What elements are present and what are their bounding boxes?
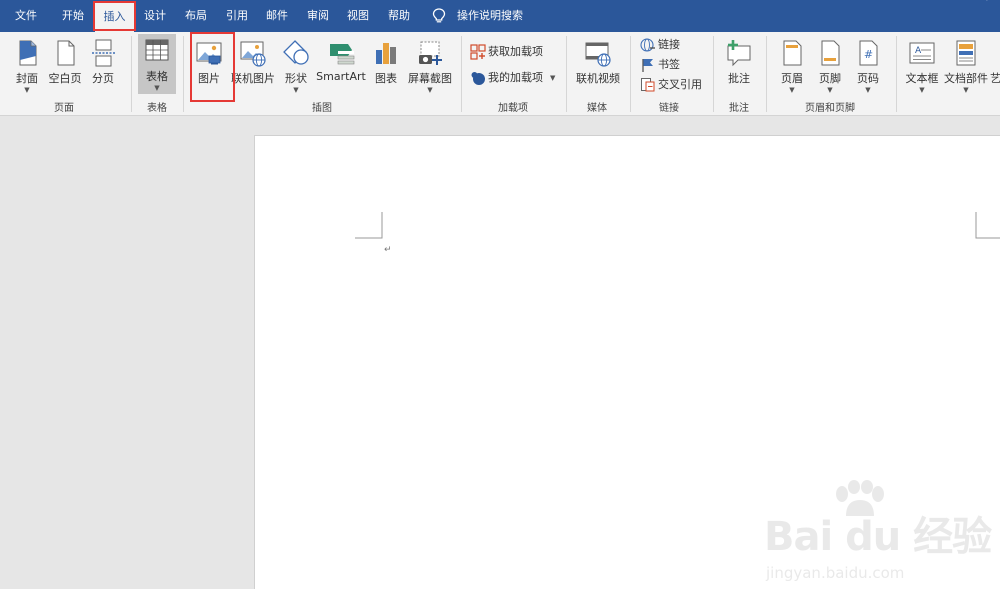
tab-insert[interactable]: 插入 [95,3,134,32]
crop-mark-left [355,212,383,239]
group-label-media: 媒体 [587,103,607,114]
page-break-button[interactable]: 分页 [86,36,120,96]
tab-references[interactable]: 引用 [217,0,257,32]
online-video-icon [585,42,611,67]
tab-mailings[interactable]: 邮件 [257,0,297,32]
tell-me-search[interactable]: 操作说明搜索 [457,0,523,32]
watermark-brand: Bai du 经验 [764,514,992,560]
svg-text:A: A [915,46,922,56]
baidu-jingyan-watermark: Bai du 经验 jingyan.baidu.com [760,476,1000,586]
tab-layout[interactable]: 布局 [176,0,216,32]
wordart-button[interactable]: 艺 [990,36,1000,96]
chevron-down-icon: ▼ [827,86,833,94]
chevron-down-icon: ▼ [963,86,969,94]
group-label-header-footer: 页眉和页脚 [805,103,855,114]
comment-icon [727,40,751,67]
tab-file[interactable]: 文件 [6,0,46,32]
group-label-links: 链接 [659,103,679,114]
group-separator [630,36,631,112]
quick-parts-icon [956,40,976,66]
crop-mark-right [975,212,1000,239]
group-label-illustrations: 插图 [312,103,332,114]
my-addins-button[interactable]: 我的加载项 ▼ [470,68,560,88]
tab-design[interactable]: 设计 [135,0,175,32]
tab-review[interactable]: 审阅 [298,0,338,32]
cross-reference-icon [641,78,655,92]
screenshot-button[interactable]: 屏幕截图 ▼ [406,36,454,96]
bookmark-flag-icon [642,59,653,72]
header-icon [783,40,802,66]
bar-chart-icon [376,43,396,64]
svg-text:#: # [864,48,873,61]
group-label-pages: 页面 [54,103,74,114]
table-icon [145,39,169,61]
cover-page-button[interactable]: 封面 ▼ [8,36,46,96]
chevron-down-icon: ▼ [919,86,925,94]
chart-button[interactable]: 图表 [370,36,402,96]
picture-icon [196,42,222,65]
tab-help[interactable]: 帮助 [379,0,419,32]
page-break-icon [92,39,115,67]
header-button[interactable]: 页眉 ▼ [776,36,808,96]
blank-page-button[interactable]: 空白页 [46,36,84,96]
watermark-url: jingyan.baidu.com [766,564,905,582]
ribbon-tab-bar: 文件 开始 插入 设计 布局 引用 邮件 审阅 视图 帮助 操作说明搜索 ᵀ [0,0,1000,32]
online-picture-button[interactable]: 联机图片 [230,36,276,96]
get-addins-button[interactable]: 获取加载项 [470,42,560,62]
table-button[interactable]: 表格 ▼ [138,34,176,94]
link-icon [640,38,655,52]
chevron-down-icon: ▼ [154,84,160,92]
group-separator [766,36,767,112]
online-picture-icon [240,41,266,67]
text-box-icon: A [909,42,935,64]
quick-parts-button[interactable]: 文档部件 ▼ [944,36,988,96]
tab-view[interactable]: 视图 [338,0,378,32]
chevron-down-icon: ▼ [865,86,871,94]
ribbon-insert: 封面 ▼ 空白页 分页 页面 表格 ▼ 表格 图片 联机图片 形状 ▼ Smar… [0,32,1000,116]
chevron-down-icon: ▼ [427,86,433,94]
shapes-button[interactable]: 形状 ▼ [280,36,312,96]
text-box-button[interactable]: A 文本框 ▼ [902,36,942,96]
bookmark-button[interactable]: 书签 [640,55,702,75]
chevron-down-icon: ▼ [24,86,30,94]
chevron-down-icon: ▼ [550,74,556,82]
smartart-icon [330,44,355,65]
paragraph-mark: ↵ [384,245,392,255]
tab-home[interactable]: 开始 [53,0,93,32]
cover-page-icon [19,40,37,66]
online-video-button[interactable]: 联机视频 [574,36,622,96]
footer-icon [821,40,840,66]
group-separator [896,36,897,112]
group-label-addins: 加载项 [498,103,528,114]
link-button[interactable]: 链接 [640,35,702,55]
ribbon-options-glyph: ᵀ [985,0,989,7]
screenshot-icon [419,41,442,65]
chevron-down-icon: ▼ [293,86,299,94]
new-comment-button[interactable]: 批注 [721,36,757,96]
cross-reference-button[interactable]: 交叉引用 [640,75,706,95]
store-icon [470,44,486,60]
chevron-down-icon: ▼ [789,86,795,94]
page-number-icon: # [859,40,878,66]
lightbulb-icon[interactable] [432,8,446,24]
footer-button[interactable]: 页脚 ▼ [814,36,846,96]
group-separator [183,36,184,112]
group-label-comments: 批注 [729,103,749,114]
group-separator [131,36,132,112]
addin-puzzle-icon [471,72,485,85]
shapes-icon [283,40,309,65]
picture-button[interactable]: 图片 [192,36,226,96]
smartart-button[interactable]: SmartArt [316,36,366,96]
group-label-tables: 表格 [147,103,167,114]
blank-page-icon [57,40,75,66]
page-number-button[interactable]: # 页码 ▼ [852,36,884,96]
